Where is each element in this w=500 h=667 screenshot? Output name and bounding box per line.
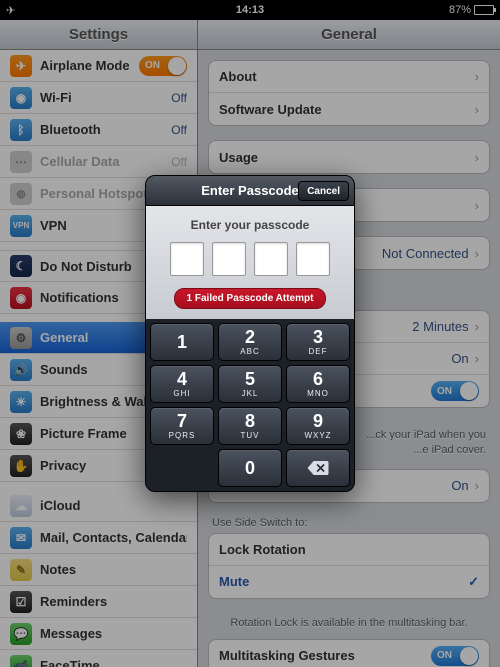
passcode-digit-4[interactable] [296, 242, 330, 276]
key-5[interactable]: 5JKL [218, 365, 282, 403]
key-6[interactable]: 6MNO [286, 365, 350, 403]
key-0[interactable]: 0 [218, 449, 282, 487]
passcode-digit-1[interactable] [170, 242, 204, 276]
key-7[interactable]: 7PQRS [150, 407, 214, 445]
key-blank [150, 449, 214, 487]
key-backspace[interactable] [286, 449, 350, 487]
passcode-overlay: Enter Passcode Cancel Enter your passcod… [0, 0, 500, 667]
numeric-keypad: 1 2ABC 3DEF 4GHI 5JKL 6MNO 7PQRS 8TUV 9W… [146, 319, 354, 491]
key-2[interactable]: 2ABC [218, 323, 282, 361]
cancel-button[interactable]: Cancel [298, 181, 349, 201]
passcode-fields [156, 242, 344, 276]
failed-attempt-badge: 1 Failed Passcode Attempt [174, 288, 327, 309]
passcode-prompt: Enter your passcode [156, 218, 344, 232]
key-4[interactable]: 4GHI [150, 365, 214, 403]
key-3[interactable]: 3DEF [286, 323, 350, 361]
passcode-modal: Enter Passcode Cancel Enter your passcod… [145, 175, 355, 492]
passcode-title-bar: Enter Passcode Cancel [146, 176, 354, 206]
key-8[interactable]: 8TUV [218, 407, 282, 445]
passcode-digit-2[interactable] [212, 242, 246, 276]
key-9[interactable]: 9WXYZ [286, 407, 350, 445]
key-1[interactable]: 1 [150, 323, 214, 361]
passcode-title: Enter Passcode [201, 183, 299, 198]
passcode-digit-3[interactable] [254, 242, 288, 276]
backspace-icon [307, 461, 329, 475]
